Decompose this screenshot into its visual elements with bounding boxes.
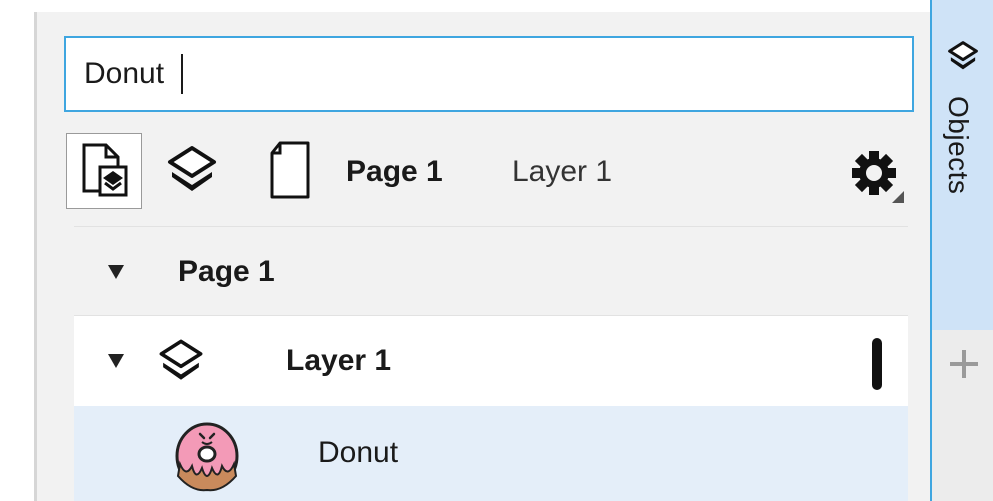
expand-arrow-icon[interactable] — [108, 354, 124, 368]
tree-row-object[interactable]: Donut — [74, 406, 908, 501]
expand-arrow-icon[interactable] — [108, 265, 124, 279]
plus-icon — [950, 350, 978, 378]
breadcrumb-page[interactable]: Page 1 — [346, 155, 443, 189]
tree-row-layer[interactable]: Layer 1 — [74, 316, 908, 406]
page-view-icon — [82, 143, 128, 197]
layers-view-button[interactable] — [160, 138, 224, 202]
top-margin — [34, 0, 930, 12]
tree-layer-label: Layer 1 — [286, 344, 392, 377]
text-caret — [181, 54, 183, 94]
search-input[interactable]: Donut — [64, 36, 914, 112]
tree-object-label: Donut — [318, 436, 399, 469]
tree-row-page[interactable]: Page 1 — [74, 226, 908, 316]
layer-color-bar — [872, 338, 882, 390]
page-view-button[interactable] — [66, 133, 142, 209]
layers-icon — [168, 146, 216, 191]
breadcrumb-layer[interactable]: Layer 1 — [512, 155, 612, 189]
left-margin — [0, 0, 34, 501]
layers-icon — [156, 334, 206, 388]
object-tree: Page 1 Layer 1 Donut — [74, 226, 908, 501]
objects-icon — [946, 38, 980, 74]
tab-objects-label: Objects — [943, 96, 974, 195]
tree-page-label: Page 1 — [178, 255, 275, 288]
settings-button[interactable] — [846, 145, 906, 205]
gear-icon — [852, 151, 904, 203]
tab-objects[interactable]: Objects — [932, 0, 993, 330]
page-icon — [270, 141, 310, 199]
add-docker-button[interactable] — [948, 348, 980, 380]
donut-thumbnail-icon — [172, 416, 242, 492]
page-button[interactable] — [262, 136, 318, 204]
search-input-value: Donut — [84, 57, 165, 90]
